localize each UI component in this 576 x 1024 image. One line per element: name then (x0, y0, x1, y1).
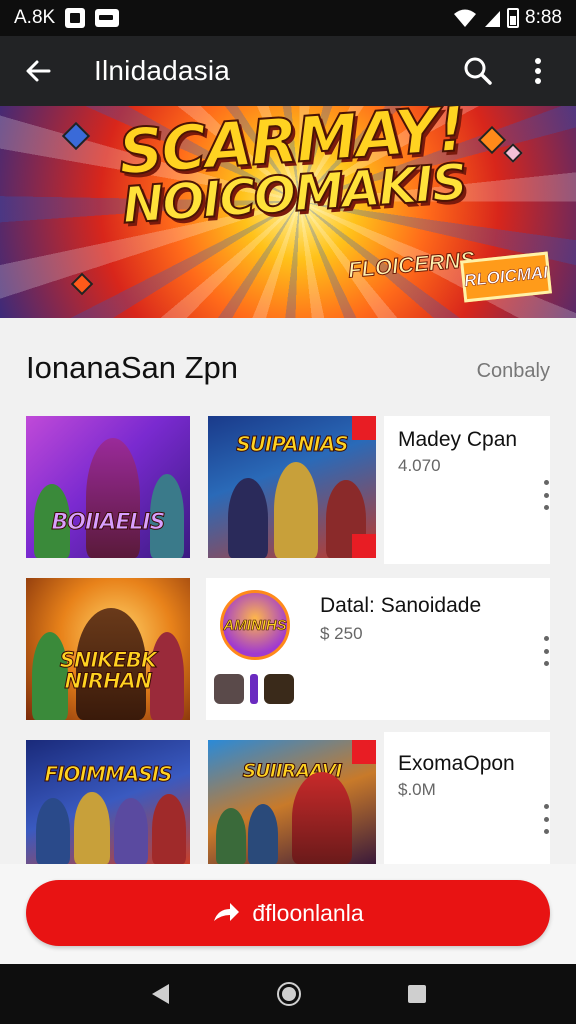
list-item-card[interactable]: Madey Cpan 4.070 (384, 416, 550, 564)
thumbnail-title: BOIIAELIS (51, 510, 166, 536)
list-item-card[interactable]: AMINIHS Datal: Sanoidade $ 250 (206, 578, 550, 720)
game-thumbnail[interactable]: SUIPANIAS (208, 416, 376, 558)
character-figure (74, 792, 110, 864)
game-logo: AMINIHS (220, 590, 290, 660)
character-figure (36, 798, 70, 864)
logo-title: AMINIHS (223, 616, 287, 634)
system-nav-bar (0, 964, 576, 1024)
app-bar: Ilnidadasia (0, 36, 576, 106)
character-figure (228, 478, 268, 558)
game-thumbnail[interactable]: SUIIRAAVI (208, 740, 376, 864)
thumbnail-title: FIOIMMASIS (44, 762, 173, 787)
item-subtitle: $.0M (398, 780, 436, 799)
clock: 8:88 (525, 7, 562, 28)
hero-banner[interactable]: SCARMAY! NOICOMAKIS FLOICERNS RLOICMAI (0, 106, 576, 318)
section-link[interactable]: Conbaly (477, 360, 550, 383)
battery-icon (507, 8, 520, 28)
character-figure (274, 462, 318, 558)
avatar (214, 674, 244, 704)
game-thumbnail[interactable]: BOIIAELIS (26, 416, 190, 558)
primary-action-button[interactable]: đfloonlanla (26, 880, 550, 946)
more-vertical-icon (535, 58, 541, 84)
section-title: IonanaSan Zpn (26, 350, 239, 385)
carrier-label: A.8K (14, 7, 56, 28)
character-figure (152, 794, 186, 864)
thumbnail-title: SUIIRAAVI (242, 760, 343, 783)
arrow-left-icon (26, 60, 51, 82)
back-nav-icon[interactable] (149, 982, 171, 1006)
character-figure (248, 804, 278, 864)
recents-nav-icon[interactable] (407, 984, 427, 1004)
corner-badge (352, 416, 376, 440)
search-button[interactable] (456, 49, 500, 93)
more-options-button[interactable] (516, 49, 560, 93)
corner-badge (352, 534, 376, 558)
thumbnail-title: SUIPANIAS (236, 432, 349, 457)
item-title: Datal: Sanoidade (320, 594, 482, 617)
item-more-icon[interactable] (536, 804, 556, 834)
back-button[interactable] (16, 49, 60, 93)
item-subtitle: $ 250 (320, 624, 363, 643)
avatar (264, 674, 294, 704)
bottom-action-area: đfloonlanla (0, 864, 576, 964)
game-thumbnail[interactable]: FIOIMMASIS (26, 740, 190, 864)
item-more-icon[interactable] (536, 636, 556, 666)
primary-action-label: đfloonlanla (252, 899, 364, 926)
character-figure (216, 808, 246, 864)
item-subtitle: 4.070 (398, 456, 441, 475)
message-icon (95, 9, 120, 27)
wifi-icon (454, 9, 477, 27)
search-icon (464, 57, 492, 85)
game-thumbnail[interactable]: SNIKEBK NIRHAN (26, 578, 190, 720)
divider-bar (250, 674, 258, 704)
banner-title: SCARMAY! NOICOMAKIS (115, 106, 468, 236)
item-title: Madey Cpan (398, 428, 518, 451)
corner-badge (352, 740, 376, 764)
item-title: ExomaOpon (398, 752, 515, 775)
status-bar: A.8K 8:88 (0, 0, 576, 36)
character-figure (292, 772, 352, 864)
content-area: IonanaSan Zpn Conbaly BOIIAELIS SUIPANIA… (0, 318, 576, 864)
page-title: Ilnidadasia (94, 55, 231, 86)
character-figure (86, 438, 140, 558)
signal-icon (485, 11, 501, 27)
home-nav-icon[interactable] (276, 981, 302, 1007)
thumbnail-title: SNIKEBK NIRHAN (59, 648, 157, 693)
notification-icon (65, 8, 86, 28)
share-arrow-icon (214, 903, 240, 921)
character-figure (114, 798, 148, 864)
item-more-icon[interactable] (536, 480, 556, 510)
list-item-card[interactable]: ExomaOpon $.0M (384, 732, 550, 864)
